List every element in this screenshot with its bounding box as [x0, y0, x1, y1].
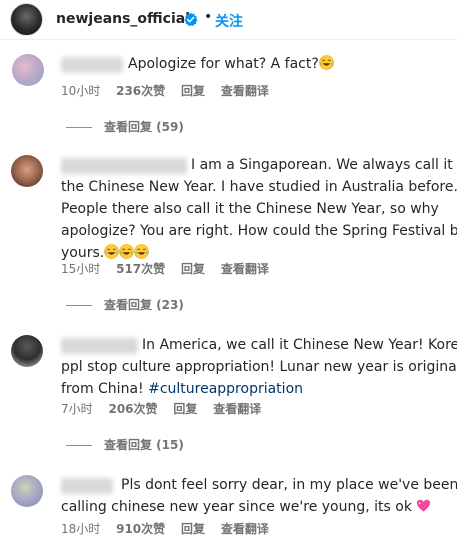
commenter-avatar[interactable] — [11, 475, 43, 507]
comment-line-last: calling chinese new year since we're you… — [61, 496, 453, 518]
reply-button[interactable]: 回复 — [173, 400, 197, 417]
comment-line-text: from China! — [61, 381, 149, 397]
comment-text: Pls dont feel sorry dear, in my place we… — [61, 474, 457, 518]
comment-line: ppl stop culture appropriation! Lunar ne… — [61, 359, 457, 375]
see-translation-button[interactable]: 查看翻译 — [221, 82, 269, 99]
comment-line-last: from China! #cultureappropriation — [61, 378, 453, 400]
separator-dot: • — [204, 9, 213, 25]
comment-meta: 7小时 206次赞 回复 查看翻译 — [61, 400, 273, 417]
verified-badge-icon — [184, 12, 198, 27]
comment-line: I am a Singaporean. We always call it — [191, 157, 453, 173]
see-translation-button[interactable]: 查看翻译 — [221, 260, 269, 277]
view-replies-button[interactable]: 查看回复 (59) — [66, 118, 184, 135]
comment-line: apologize? You are right. How could the … — [61, 223, 457, 239]
follow-button[interactable]: 关注 — [215, 11, 243, 31]
comment-meta: 10小时 236次赞 回复 查看翻译 — [61, 82, 281, 99]
commenter-avatar[interactable] — [11, 335, 43, 367]
like-count[interactable]: 910次赞 — [116, 520, 165, 537]
comment-meta: 18小时 910次赞 回复 查看翻译 — [61, 520, 281, 537]
view-replies-label: 查看回复 (59) — [104, 120, 184, 134]
replies-divider — [66, 127, 92, 128]
sparkling-heart-emoji-icon — [416, 498, 431, 513]
comment-line-text: yours. — [61, 245, 105, 261]
comment-line: People there also call it the Chinese Ne… — [61, 201, 439, 217]
comment-line: In America, we call it Chinese New Year!… — [142, 337, 457, 353]
reply-button[interactable]: 回复 — [181, 520, 205, 537]
like-count[interactable]: 206次赞 — [108, 400, 157, 417]
laughing-emoji-icon — [119, 244, 134, 259]
view-replies-label: 查看回复 (15) — [104, 438, 184, 452]
laughing-emoji-icon — [134, 244, 149, 259]
commenter-avatar[interactable] — [12, 54, 44, 86]
comment-meta: 15小时 517次赞 回复 查看翻译 — [61, 260, 281, 277]
replies-divider — [66, 305, 92, 306]
comment-text: In America, we call it Chinese New Year!… — [61, 334, 457, 400]
commenter-avatar[interactable] — [11, 155, 43, 187]
laughing-emoji-icon — [319, 55, 334, 70]
comment-text: I am a Singaporean. We always call it th… — [61, 154, 457, 264]
reply-button[interactable]: 回复 — [181, 260, 205, 277]
laughing-emoji-icon — [104, 244, 119, 259]
comment-line: the Chinese New Year. I have studied in … — [61, 179, 457, 195]
hashtag-link[interactable]: #cultureappropriation — [148, 381, 303, 397]
comment-line: Pls dont feel sorry dear, in my place we… — [121, 477, 457, 493]
view-replies-label: 查看回复 (23) — [104, 298, 184, 312]
see-translation-button[interactable]: 查看翻译 — [213, 400, 261, 417]
blurred-username[interactable] — [61, 57, 123, 73]
view-replies-button[interactable]: 查看回复 (15) — [66, 436, 184, 453]
comment-time: 10小时 — [61, 84, 101, 98]
comment-time: 15小时 — [61, 262, 101, 276]
comment-text: Apologize for what? A fact? — [128, 53, 334, 75]
like-count[interactable]: 236次赞 — [116, 82, 165, 99]
replies-divider — [66, 445, 92, 446]
see-translation-button[interactable]: 查看翻译 — [221, 520, 269, 537]
account-avatar[interactable] — [10, 3, 43, 36]
comment-time: 7小时 — [61, 402, 93, 416]
reply-button[interactable]: 回复 — [181, 82, 205, 99]
comment-line-text: calling chinese new year since we're you… — [61, 499, 412, 515]
like-count[interactable]: 517次赞 — [116, 260, 165, 277]
view-replies-button[interactable]: 查看回复 (23) — [66, 296, 184, 313]
comment-time: 18小时 — [61, 522, 101, 536]
account-username[interactable]: newjeans_official — [56, 11, 190, 27]
post-header: newjeans_official • 关注 — [0, 0, 457, 40]
